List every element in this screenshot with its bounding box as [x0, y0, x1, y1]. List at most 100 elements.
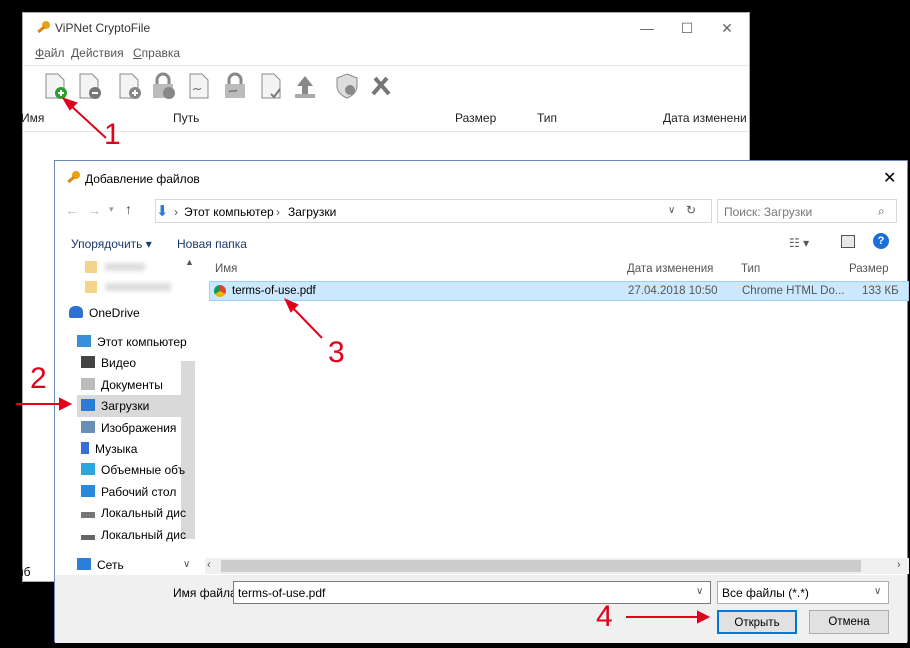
- disk-c-icon: [81, 512, 95, 518]
- nav-item-this-pc[interactable]: Этот компьютер: [77, 331, 201, 353]
- nav-item-desktop[interactable]: Рабочий стол: [81, 481, 205, 503]
- verify-signature-icon[interactable]: [257, 72, 285, 100]
- breadcrumb-separator-icon: ›: [276, 205, 280, 219]
- file-list-header: Имя Дата изменения Тип Размер: [205, 259, 909, 281]
- scroll-down-icon[interactable]: ∨: [183, 559, 190, 570]
- certificate-icon[interactable]: [333, 72, 361, 100]
- dialog-footer: Имя файла: terms-of-use.pdf ∨ Все файлы …: [55, 575, 907, 643]
- cancel-button[interactable]: Отмена: [809, 610, 889, 634]
- sign-encrypt-icon[interactable]: [185, 72, 213, 100]
- desktop-icon: [81, 485, 95, 497]
- file-column-size[interactable]: Размер: [849, 263, 889, 275]
- nav-item-documents[interactable]: Документы: [81, 374, 205, 396]
- encrypt-file-icon[interactable]: [149, 72, 177, 100]
- scroll-right-icon[interactable]: ›: [897, 559, 901, 571]
- breadcrumb-separator-icon: ›: [174, 205, 178, 219]
- annotation-1: 1: [104, 118, 121, 151]
- key-dialog-icon: [67, 171, 80, 184]
- settings-tools-icon[interactable]: [367, 72, 395, 100]
- column-date[interactable]: Дата изменени: [663, 111, 747, 125]
- maximize-button[interactable]: ☐: [667, 13, 707, 43]
- file-size: 133 КБ: [862, 285, 899, 297]
- breadcrumb-computer[interactable]: Этот компьютер: [184, 205, 274, 219]
- scroll-left-icon[interactable]: ‹: [207, 559, 211, 571]
- decrypt-icon[interactable]: [221, 72, 249, 100]
- nav-item-network[interactable]: Сеть: [77, 554, 177, 576]
- minimize-button[interactable]: —: [627, 13, 667, 43]
- filename-label: Имя файла:: [173, 586, 240, 600]
- file-column-date[interactable]: Дата изменения: [627, 263, 713, 275]
- address-bar[interactable]: ⬇ › Этот компьютер › Загрузки ∨ ↻: [155, 199, 712, 223]
- preview-pane-icon[interactable]: [841, 235, 855, 248]
- file-column-type[interactable]: Тип: [741, 263, 760, 275]
- quick-access-folder-icon: [85, 261, 97, 273]
- menu-bar: Файл Действия Справка: [23, 43, 749, 65]
- column-name[interactable]: Имя: [21, 111, 44, 125]
- filename-input[interactable]: terms-of-use.pdf ∨: [233, 581, 711, 604]
- view-options-icon[interactable]: ☷ ▾: [789, 236, 809, 250]
- nav-item-downloads[interactable]: Загрузки: [77, 395, 183, 417]
- refresh-icon[interactable]: ↻: [686, 203, 696, 217]
- nav-item-pictures[interactable]: Изображения: [81, 417, 205, 439]
- organize-button[interactable]: Упорядочить ▾: [71, 237, 152, 251]
- downloads-icon: [81, 399, 95, 411]
- status-text: Выб: [7, 565, 31, 579]
- column-type[interactable]: Тип: [537, 111, 557, 125]
- network-icon: [77, 558, 91, 570]
- file-row[interactable]: terms-of-use.pdf 27.04.2018 10:50 Chrome…: [209, 281, 909, 301]
- nav-item-onedrive[interactable]: OneDrive: [69, 302, 193, 324]
- file-date: 27.04.2018 10:50: [628, 285, 718, 297]
- file-column-name[interactable]: Имя: [215, 263, 237, 275]
- recent-chevron-icon[interactable]: ▾: [109, 204, 114, 215]
- dialog-close-button[interactable]: ✕: [883, 168, 896, 188]
- 3d-objects-icon: [81, 463, 95, 475]
- forward-icon[interactable]: →: [87, 202, 101, 218]
- disk-d-icon: [81, 535, 95, 540]
- command-bar: Упорядочить ▾ Новая папка ☷ ▾ ?: [55, 229, 907, 259]
- help-icon[interactable]: ?: [873, 233, 889, 249]
- main-title-bar: ViPNet CryptoFile — ☐ ✕: [23, 13, 749, 43]
- nav-item-3d-objects[interactable]: Объемные объ: [81, 459, 205, 481]
- scroll-up-icon[interactable]: ▲: [185, 257, 194, 267]
- remove-file-icon[interactable]: [75, 72, 103, 100]
- open-button[interactable]: Открыть: [717, 610, 797, 634]
- menu-actions[interactable]: Действия: [71, 46, 124, 60]
- filename-value: terms-of-use.pdf: [238, 586, 326, 600]
- search-placeholder: Поиск: Загрузки: [724, 205, 813, 219]
- main-file-list-header: Имя Путь Размер Тип Дата изменени: [21, 105, 749, 132]
- nav-item-music[interactable]: Музыка: [81, 438, 205, 460]
- nav-item-disk-c[interactable]: Локальный дис: [81, 502, 205, 524]
- sign-file-icon[interactable]: [115, 72, 143, 100]
- send-icon[interactable]: [291, 72, 319, 100]
- file-type-filter[interactable]: Все файлы (*.*) ∨: [717, 581, 889, 604]
- add-file-icon[interactable]: [41, 72, 69, 100]
- video-icon: [81, 356, 95, 368]
- blurred-item: [105, 263, 145, 271]
- column-path[interactable]: Путь: [173, 111, 199, 125]
- menu-file[interactable]: Файл: [35, 46, 65, 60]
- filename-dropdown-icon[interactable]: ∨: [696, 586, 703, 597]
- menu-help[interactable]: Справка: [133, 46, 180, 60]
- column-size[interactable]: Размер: [455, 111, 496, 125]
- nav-item-video[interactable]: Видео: [81, 352, 205, 374]
- search-input[interactable]: Поиск: Загрузки ⌕: [717, 199, 897, 223]
- dialog-title: Добавление файлов: [85, 172, 200, 186]
- back-icon[interactable]: ←: [65, 202, 79, 218]
- toolbar: [23, 65, 749, 106]
- hscroll-thumb[interactable]: [221, 560, 861, 572]
- breadcrumb-downloads[interactable]: Загрузки: [288, 205, 336, 219]
- close-button[interactable]: ✕: [707, 13, 747, 43]
- filter-dropdown-icon[interactable]: ∨: [874, 586, 881, 597]
- file-list-hscrollbar[interactable]: ‹ ›: [205, 558, 909, 574]
- onedrive-icon: [69, 306, 83, 318]
- filter-value: Все файлы (*.*): [722, 586, 809, 600]
- file-name: terms-of-use.pdf: [232, 285, 316, 297]
- nav-item-disk-d[interactable]: Локальный дис: [81, 524, 205, 546]
- new-folder-button[interactable]: Новая папка: [177, 237, 247, 251]
- up-icon[interactable]: ↑: [125, 201, 132, 217]
- file-type: Chrome HTML Do...: [742, 285, 845, 297]
- annotation-2: 2: [30, 362, 47, 395]
- computer-icon: [77, 335, 91, 347]
- address-dropdown-icon[interactable]: ∨: [668, 205, 675, 216]
- search-icon: ⌕: [878, 204, 885, 218]
